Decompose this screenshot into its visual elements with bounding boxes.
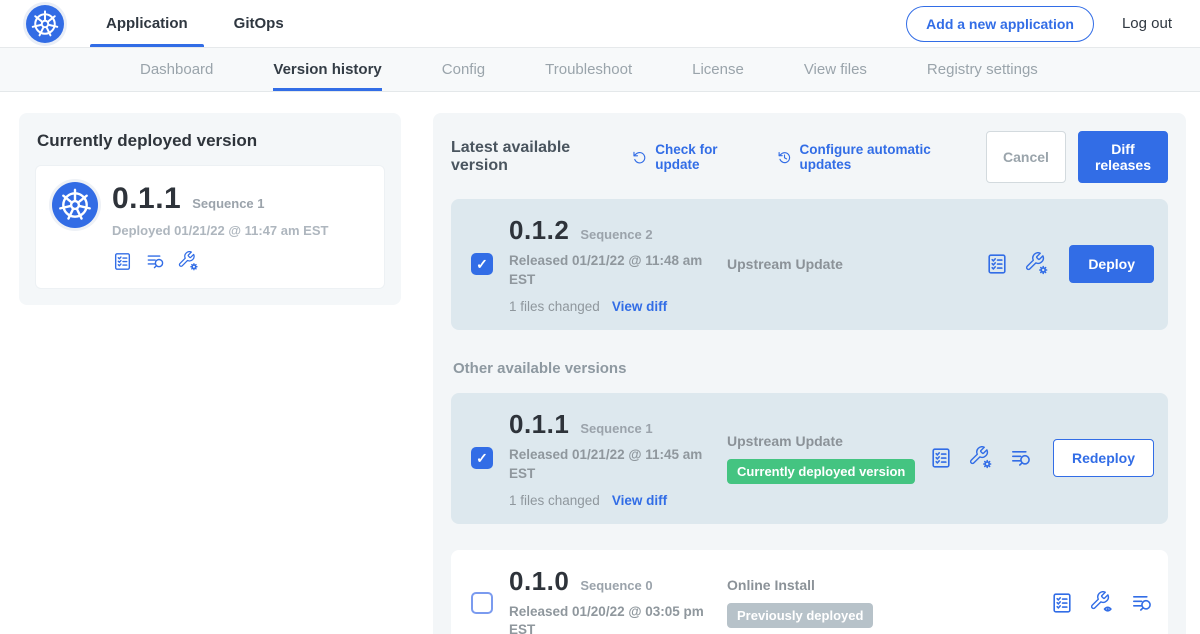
preflight-checks-icon[interactable]: [929, 446, 953, 470]
tab-config[interactable]: Config: [442, 48, 485, 91]
version-info: 0.1.2 Sequence 2 Released 01/21/22 @ 11:…: [509, 215, 709, 314]
app-sub-nav: Dashboard Version history Config Trouble…: [0, 48, 1200, 92]
main-content: Currently deployed version 0.1.1 Sequenc…: [0, 92, 1200, 634]
tab-gitops[interactable]: GitOps: [234, 0, 284, 47]
auto-update-icon[interactable]: [776, 149, 793, 166]
deployed-panel-title: Currently deployed version: [37, 131, 385, 151]
version-number: 0.1.2: [509, 215, 569, 246]
deployed-version-info: 0.1.1 Sequence 1 Deployed 01/21/22 @ 11:…: [112, 182, 328, 272]
source-label: Online Install: [727, 577, 1050, 593]
kubernetes-logo-icon[interactable]: [30, 9, 60, 39]
header-buttons: Cancel Diff releases: [986, 131, 1168, 183]
configure-automatic-updates-link[interactable]: Configure automatic updates: [776, 142, 958, 172]
deployed-sequence-label: Sequence 1: [192, 196, 264, 211]
edit-config-icon[interactable]: [1025, 252, 1049, 276]
row-actions: Redeploy: [929, 439, 1154, 477]
view-files-icon[interactable]: [1009, 446, 1033, 470]
version-checkbox[interactable]: ✓: [471, 447, 493, 469]
released-timestamp: Released 01/21/22 @ 11:48 am EST: [509, 252, 705, 290]
released-timestamp: Released 01/20/22 @ 03:05 pm EST: [509, 603, 705, 634]
sequence-label: Sequence 2: [580, 227, 652, 242]
view-files-icon[interactable]: [145, 251, 166, 272]
edit-config-icon[interactable]: [178, 251, 199, 272]
kubernetes-logo-icon: [52, 182, 98, 228]
deploy-button[interactable]: Deploy: [1069, 245, 1154, 283]
kubernetes-logo-icon: [26, 5, 64, 43]
deployed-timestamp: Deployed 01/21/22 @ 11:47 am EST: [112, 223, 328, 238]
sequence-label: Sequence 0: [580, 578, 652, 593]
logout-link[interactable]: Log out: [1122, 15, 1172, 32]
view-diff-link[interactable]: View diff: [612, 299, 667, 314]
deployed-action-icons: [112, 251, 328, 272]
available-versions-panel: Latest available version Check for updat…: [433, 113, 1186, 634]
preflight-checks-icon[interactable]: [985, 252, 1009, 276]
version-number: 0.1.1: [509, 409, 569, 440]
auto-update-icon: [776, 149, 793, 166]
tab-registry-settings[interactable]: Registry settings: [927, 48, 1038, 91]
row-actions: Deploy: [985, 245, 1154, 283]
top-nav: Application GitOps Add a new application…: [0, 0, 1200, 48]
currently-deployed-badge: Currently deployed version: [727, 459, 915, 484]
source-label: Upstream Update: [727, 256, 985, 272]
version-source: Upstream Update: [709, 256, 985, 272]
tab-license[interactable]: License: [692, 48, 744, 91]
add-application-button[interactable]: Add a new application: [906, 6, 1094, 42]
version-checkbox[interactable]: ✓: [471, 253, 493, 275]
version-info: 0.1.1 Sequence 1 Released 01/21/22 @ 11:…: [509, 409, 709, 508]
version-source: Upstream Update Currently deployed versi…: [709, 433, 929, 484]
tab-dashboard[interactable]: Dashboard: [140, 48, 213, 91]
check-update-icon: [631, 149, 648, 166]
tab-troubleshoot[interactable]: Troubleshoot: [545, 48, 632, 91]
tab-application[interactable]: Application: [106, 0, 188, 47]
previously-deployed-badge: Previously deployed: [727, 603, 873, 628]
deployed-version-card: 0.1.1 Sequence 1 Deployed 01/21/22 @ 11:…: [35, 165, 385, 289]
check-update-icon[interactable]: [631, 149, 648, 166]
version-source: Online Install Previously deployed: [709, 577, 1050, 628]
other-versions-title: Other available versions: [453, 360, 1168, 377]
view-files-icon[interactable]: [1130, 591, 1154, 615]
sequence-label: Sequence 1: [580, 421, 652, 436]
version-checkbox[interactable]: [471, 592, 493, 614]
files-changed-label: 1 files changed: [509, 493, 600, 508]
preflight-checks-icon[interactable]: [1050, 591, 1074, 615]
edit-config-icon[interactable]: [969, 446, 993, 470]
version-row: ✓ 0.1.1 Sequence 1 Released 01/21/22 @ 1…: [451, 393, 1168, 524]
redeploy-button[interactable]: Redeploy: [1053, 439, 1154, 477]
kubernetes-logo-icon[interactable]: [57, 187, 93, 223]
top-nav-right: Add a new application Log out: [906, 6, 1172, 42]
check-for-update-label: Check for update: [655, 142, 747, 172]
preflight-checks-icon[interactable]: [112, 251, 133, 272]
view-diff-link[interactable]: View diff: [612, 493, 667, 508]
latest-available-title: Latest available version: [451, 139, 607, 175]
available-panel-header: Latest available version Check for updat…: [451, 131, 1168, 183]
view-config-icon[interactable]: [1090, 591, 1114, 615]
released-timestamp: Released 01/21/22 @ 11:45 am EST: [509, 446, 705, 484]
configure-updates-label: Configure automatic updates: [800, 142, 958, 172]
version-row: 0.1.0 Sequence 0 Released 01/20/22 @ 03:…: [451, 550, 1168, 634]
top-nav-tabs: Application GitOps: [106, 0, 284, 47]
deployed-version-number: 0.1.1: [112, 182, 181, 216]
version-info: 0.1.0 Sequence 0 Released 01/20/22 @ 03:…: [509, 566, 709, 634]
row-actions: [1050, 591, 1154, 615]
tab-version-history[interactable]: Version history: [273, 48, 381, 91]
diff-releases-button[interactable]: Diff releases: [1078, 131, 1168, 183]
files-changed-label: 1 files changed: [509, 299, 600, 314]
check-for-update-link[interactable]: Check for update: [631, 142, 747, 172]
version-row: ✓ 0.1.2 Sequence 2 Released 01/21/22 @ 1…: [451, 199, 1168, 330]
version-number: 0.1.0: [509, 566, 569, 597]
tab-view-files[interactable]: View files: [804, 48, 867, 91]
currently-deployed-panel: Currently deployed version 0.1.1 Sequenc…: [19, 113, 401, 305]
cancel-button[interactable]: Cancel: [986, 131, 1066, 183]
source-label: Upstream Update: [727, 433, 929, 449]
